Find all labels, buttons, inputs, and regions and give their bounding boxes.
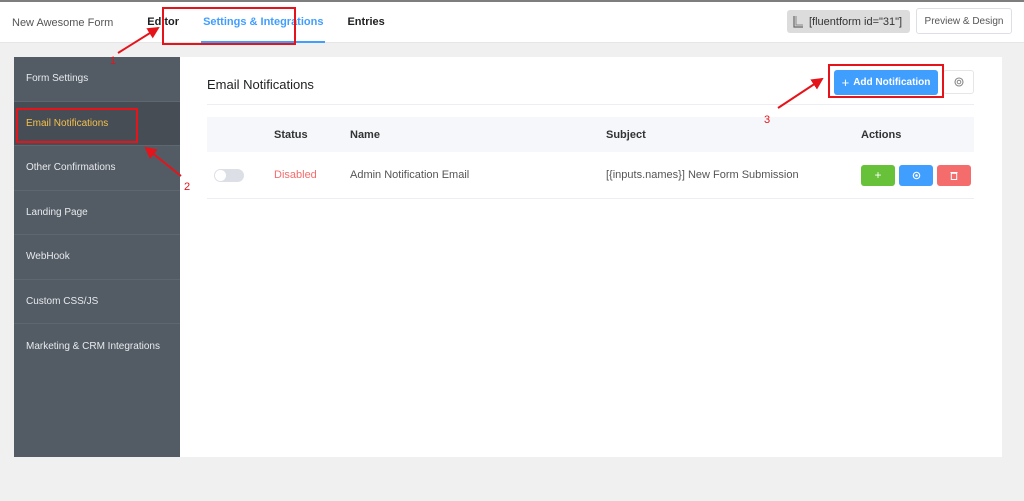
notifications-table: Status Name Subject Actions Disabled Adm…: [207, 117, 974, 199]
annotation-number-3: 3: [764, 114, 771, 126]
copy-icon: [793, 15, 803, 28]
preview-design-button[interactable]: Preview & Design: [916, 8, 1012, 34]
help-button[interactable]: [943, 70, 974, 94]
sidebar-item-email-notifications[interactable]: Email Notifications: [14, 101, 180, 146]
tab-settings-integrations[interactable]: Settings & Integrations: [191, 2, 335, 43]
plus-icon: +: [874, 168, 882, 182]
col-actions: Actions: [861, 128, 902, 141]
table-header: Status Name Subject Actions: [207, 117, 974, 152]
form-nav: New Awesome Form Editor Settings & Integ…: [0, 2, 397, 43]
row-actions: +: [861, 164, 974, 186]
shortcode-copy-button[interactable]: [fluentform id="31"]: [787, 10, 910, 33]
add-notification-label: Add Notification: [853, 77, 931, 88]
settings-button[interactable]: [899, 164, 933, 186]
lifebuoy-icon: [953, 77, 964, 87]
sidebar-item-other-confirmations[interactable]: Other Confirmations: [14, 146, 180, 191]
enable-toggle[interactable]: [214, 168, 244, 182]
sidebar-item-form-settings[interactable]: Form Settings: [14, 57, 180, 102]
table-row: Disabled Admin Notification Email [{inpu…: [207, 152, 974, 199]
delete-button[interactable]: [937, 164, 971, 186]
col-status: Status: [274, 128, 308, 141]
col-name: Name: [350, 128, 380, 141]
sidebar-item-custom-css-js[interactable]: Custom CSS/JS: [14, 280, 180, 324]
annotation-number-1: 1: [110, 55, 117, 67]
top-navigation-bar: New Awesome Form Editor Settings & Integ…: [0, 2, 1024, 43]
col-subject: Subject: [606, 128, 646, 141]
shortcode-text: [fluentform id="31"]: [809, 15, 903, 28]
main-panel: Email Notifications + Add Notification S…: [180, 57, 1002, 457]
sidebar-item-webhook[interactable]: WebHook: [14, 235, 180, 280]
status-badge: Disabled: [274, 169, 317, 181]
add-notification-button[interactable]: + Add Notification: [834, 70, 938, 95]
sidebar-item-landing-page[interactable]: Landing Page: [14, 191, 180, 235]
page-title: Email Notifications: [207, 77, 314, 92]
notification-name: Admin Notification Email: [350, 169, 470, 181]
settings-sidebar: Form Settings Email Notifications Other …: [14, 57, 180, 457]
tab-editor[interactable]: Editor: [135, 2, 191, 43]
header-divider: [207, 104, 974, 105]
tab-entries[interactable]: Entries: [335, 2, 396, 43]
sidebar-item-marketing-crm[interactable]: Marketing & CRM Integrations: [14, 324, 180, 369]
trash-icon: [950, 171, 958, 180]
duplicate-button[interactable]: +: [861, 164, 895, 186]
annotation-number-2: 2: [184, 181, 191, 193]
plus-icon: +: [841, 75, 850, 90]
notification-subject: [{inputs.names}] New Form Submission: [606, 169, 799, 181]
gear-icon: [912, 171, 920, 179]
form-name[interactable]: New Awesome Form: [0, 17, 135, 29]
